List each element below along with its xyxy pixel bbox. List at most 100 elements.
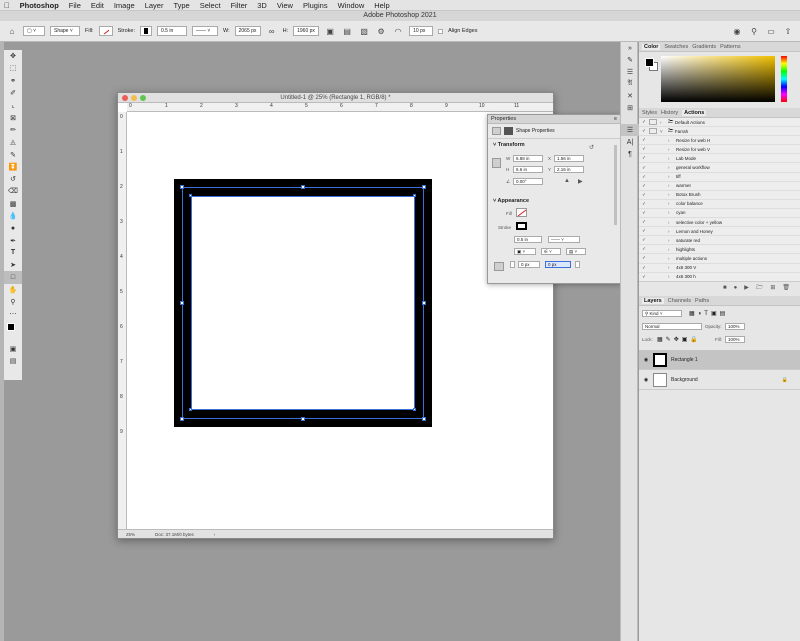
check-icon[interactable]: ✓ <box>639 237 649 243</box>
lock-icon[interactable]: 🔒 <box>782 377 800 383</box>
transform-handle[interactable] <box>180 417 184 421</box>
blend-mode-select[interactable]: Normal <box>642 323 702 330</box>
tool-preset-picker[interactable]: ▢ ˅ <box>23 26 45 36</box>
anchor-point[interactable] <box>189 408 192 411</box>
properties-tab[interactable]: Properties <box>491 116 516 122</box>
properties-panel-icon[interactable]: ☰ <box>621 124 639 136</box>
check-icon[interactable]: ✓ <box>639 128 649 134</box>
new-action-icon[interactable]: ⊞ <box>770 284 775 291</box>
hue-slider[interactable] <box>781 56 787 102</box>
check-icon[interactable]: ✓ <box>639 255 649 261</box>
type-tool-icon[interactable]: T <box>4 247 22 259</box>
hand-tool-icon[interactable]: ✋ <box>4 284 22 296</box>
list-item[interactable]: ✓ › Lemon and Honey <box>639 227 800 237</box>
check-icon[interactable]: ✓ <box>639 174 649 180</box>
chevron-right-icon[interactable]: › <box>668 201 676 206</box>
shape-width-field[interactable]: 6.88 in <box>513 155 543 162</box>
learn-icon[interactable]: ◉ <box>731 25 743 37</box>
width-field[interactable]: 2065 px <box>234 26 261 36</box>
chevron-right-icon[interactable]: › <box>668 238 676 243</box>
screen-mode-icon[interactable]: ▤ <box>4 355 22 367</box>
chevron-right-icon[interactable]: › <box>668 210 676 215</box>
stroke-corners-select[interactable]: ▤ ˅ <box>566 248 586 255</box>
shape-y-field[interactable]: 2.16 in <box>554 166 584 173</box>
corner-radius-field-active[interactable]: 0 px <box>545 261 571 268</box>
dialog-toggle[interactable] <box>649 192 657 198</box>
list-item[interactable]: ✓ › 4x6 300 V <box>639 264 800 273</box>
foreground-color[interactable] <box>7 322 15 331</box>
eyedropper-tool-icon[interactable]: ✏ <box>4 124 22 136</box>
chevron-right-icon[interactable]: › <box>214 532 216 537</box>
gradient-tool-icon[interactable]: ▩ <box>4 198 22 210</box>
tab-paths[interactable]: Paths <box>695 298 709 304</box>
path-alignment-icon[interactable]: ▤ <box>341 25 353 37</box>
shape-height-field[interactable]: 6.6 in <box>513 166 543 173</box>
healing-brush-tool-icon[interactable]: ◬ <box>4 136 22 148</box>
apple-icon[interactable]:  <box>4 1 10 10</box>
opacity-field[interactable]: 100% <box>725 323 745 330</box>
stroke-type-select[interactable]: —— ˅ <box>548 236 580 243</box>
list-item[interactable]: ✓ › multiple actions <box>639 254 800 264</box>
character-icon[interactable]: 𝔄 <box>621 78 639 90</box>
corner-radius-field[interactable]: 0 px <box>518 261 540 268</box>
quick-mask-icon[interactable]: ▣ <box>4 343 22 355</box>
list-item[interactable]: ✓ › color balance <box>639 200 800 209</box>
brush-tool-icon[interactable]: ✎ <box>4 148 22 160</box>
search-icon[interactable]: ⚲ <box>748 25 760 37</box>
check-icon[interactable]: ✓ <box>639 274 649 280</box>
share-icon[interactable]: ⇧ <box>782 25 794 37</box>
layer-name[interactable]: Rectangle 1 <box>671 357 698 363</box>
transform-handle[interactable] <box>422 301 426 305</box>
transform-handle[interactable] <box>422 185 426 189</box>
dialog-toggle[interactable] <box>649 219 657 225</box>
tool-mode-select[interactable]: Shape ˅ <box>50 26 80 36</box>
check-icon[interactable]: ✓ <box>639 219 649 225</box>
transform-handle[interactable] <box>301 417 305 421</box>
check-icon[interactable]: ✓ <box>639 192 649 198</box>
tool-presets-icon[interactable]: ✕ <box>621 90 639 102</box>
shape-x-field[interactable]: 1.56 in <box>554 155 584 162</box>
menu-type[interactable]: Type <box>173 1 189 10</box>
flip-horizontal-icon[interactable]: ▲ <box>564 178 570 184</box>
check-icon[interactable]: ✓ <box>639 228 649 234</box>
layer-row[interactable]: ◉ Background 🔒 <box>639 370 800 390</box>
menu-view[interactable]: View <box>277 1 293 10</box>
stop-icon[interactable]: ■ <box>723 285 727 291</box>
chevron-right-icon[interactable]: › <box>668 165 676 170</box>
clone-stamp-tool-icon[interactable]: ⏬ <box>4 161 22 173</box>
tab-layers[interactable]: Layers <box>642 297 664 304</box>
anchor-point[interactable] <box>413 194 416 197</box>
chevron-right-icon[interactable]: › <box>660 120 668 125</box>
layer-name[interactable]: Background <box>671 377 698 383</box>
list-item[interactable]: ✓ › Resize for web V <box>639 145 800 155</box>
dialog-toggle[interactable] <box>649 128 657 135</box>
gear-icon[interactable]: ⚙ <box>375 25 387 37</box>
dialog-toggle[interactable] <box>649 210 657 216</box>
transform-handle[interactable] <box>180 185 184 189</box>
minimize-icon[interactable] <box>131 95 137 101</box>
tab-gradients[interactable]: Gradients <box>692 44 716 50</box>
chevron-right-icon[interactable]: › <box>668 256 676 261</box>
menu-3d[interactable]: 3D <box>257 1 267 10</box>
list-item[interactable]: ✓ ˅ 🗁 Farrah <box>639 127 800 137</box>
adjustments-icon[interactable]: A| <box>621 136 639 148</box>
transform-section[interactable]: ˅ Transform <box>488 139 620 148</box>
chevron-right-icon[interactable]: › <box>668 229 676 234</box>
zoom-window-icon[interactable] <box>140 95 146 101</box>
chevron-down-icon[interactable]: ˅ <box>660 129 668 134</box>
dialog-toggle[interactable] <box>649 201 657 207</box>
chevron-right-icon[interactable]: › <box>668 138 676 143</box>
reset-transform-icon[interactable]: ↺ <box>589 144 594 151</box>
tab-patterns[interactable]: Patterns <box>720 44 740 50</box>
new-set-icon[interactable]: 🗁 <box>756 283 763 293</box>
color-field[interactable] <box>661 56 775 102</box>
tab-actions[interactable]: Actions <box>682 109 707 116</box>
move-tool-icon[interactable]: ✥ <box>4 50 22 62</box>
tab-color[interactable]: Color <box>642 43 661 50</box>
dialog-toggle[interactable] <box>649 137 657 143</box>
check-icon[interactable]: ✓ <box>639 183 649 189</box>
trash-icon[interactable]: 🗑 <box>782 284 790 291</box>
link-dimensions-icon[interactable] <box>492 158 501 168</box>
zoom-tool-icon[interactable]: ⚲ <box>4 296 22 308</box>
brush-settings-icon[interactable]: ✎ <box>621 54 639 66</box>
